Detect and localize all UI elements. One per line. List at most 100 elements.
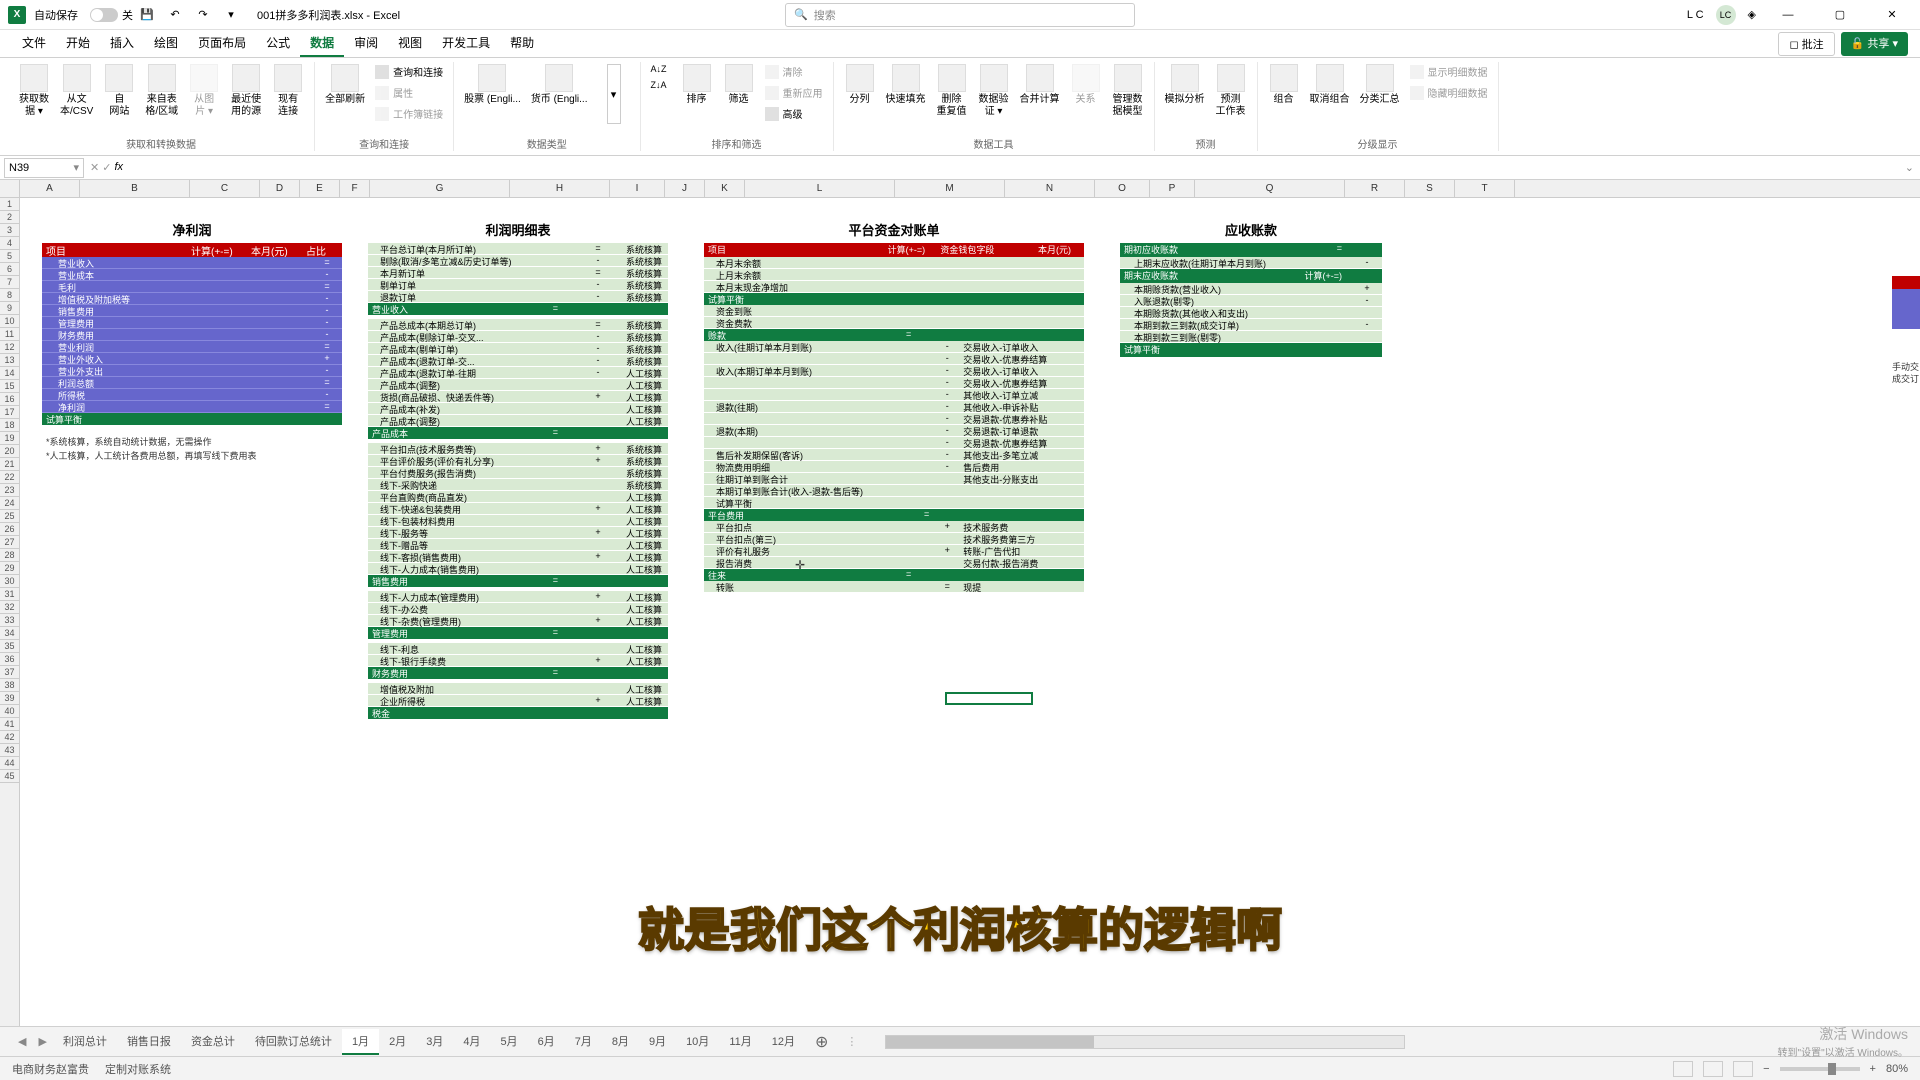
ribbon-button[interactable]: 来自表 格/区域 — [141, 62, 182, 120]
table-row[interactable]: 本月新订单=系统核算 — [368, 267, 668, 279]
table-row[interactable]: 剔除(取消/多笔立减&历史订单等)-系统核算 — [368, 255, 668, 267]
save-button[interactable]: 💾 — [135, 3, 159, 27]
column-header[interactable]: F — [340, 180, 370, 197]
table-row[interactable]: 线下-服务等+人工核算 — [368, 527, 668, 539]
sheet-tab[interactable]: 10月 — [676, 1029, 719, 1055]
table-row[interactable]: -交易退款-优惠券结算 — [704, 437, 1084, 449]
tab-数据[interactable]: 数据 — [300, 30, 344, 57]
table-row[interactable]: 物流费用明细-售后费用 — [704, 461, 1084, 473]
undo-button[interactable]: ↶ — [163, 3, 187, 27]
table-row[interactable]: 售后补发期保留(客诉)-其他支出-多笔立减 — [704, 449, 1084, 461]
table-row[interactable]: 产品成本(退款订单-交...-系统核算 — [368, 355, 668, 367]
table-row[interactable]: -交易收入-优惠券结算 — [704, 353, 1084, 365]
zoom-level[interactable]: 80% — [1886, 1063, 1908, 1075]
sheet-tab[interactable]: 利润总计 — [53, 1029, 117, 1055]
ribbon-button[interactable]: 货币 (Engli... — [527, 62, 592, 108]
table-row[interactable]: 平台扣点(第三)技术服务费第三方 — [704, 533, 1084, 545]
tab-审阅[interactable]: 审阅 — [344, 30, 388, 57]
maximize-button[interactable]: ▢ — [1820, 0, 1860, 30]
row-header[interactable]: 23 — [0, 484, 19, 497]
ribbon-button[interactable]: 筛选 — [719, 62, 759, 108]
table-row[interactable]: 往期订单到账合计其他支出-分账支出 — [704, 473, 1084, 485]
qat-dropdown[interactable]: ▾ — [219, 3, 243, 27]
column-header[interactable]: L — [745, 180, 895, 197]
diamond-icon[interactable]: ◈ — [1748, 8, 1756, 21]
table-row[interactable]: 线下-快递&包装费用+人工核算 — [368, 503, 668, 515]
zoom-slider[interactable] — [1780, 1067, 1860, 1071]
column-header[interactable]: N — [1005, 180, 1095, 197]
table-row[interactable]: 报告消费交易付款-报告消费 — [704, 557, 1084, 569]
ribbon-button[interactable]: 分列 — [840, 62, 880, 108]
row-header[interactable]: 42 — [0, 731, 19, 744]
row-header[interactable]: 6 — [0, 263, 19, 276]
table-row[interactable]: 平台扣点+技术服务费 — [704, 521, 1084, 533]
tab-开发工具[interactable]: 开发工具 — [432, 30, 500, 57]
column-header[interactable]: H — [510, 180, 610, 197]
zoom-out-button[interactable]: − — [1763, 1063, 1769, 1075]
table-row[interactable]: 产品成本(补发)人工核算 — [368, 403, 668, 415]
view-normal-button[interactable] — [1673, 1061, 1693, 1077]
ribbon-button[interactable]: 获取数 据 ▾ — [14, 62, 54, 120]
row-header[interactable]: 37 — [0, 666, 19, 679]
ribbon-item[interactable]: 重新应用 — [761, 83, 827, 102]
zoom-in-button[interactable]: + — [1870, 1063, 1876, 1075]
row-header[interactable]: 7 — [0, 276, 19, 289]
datatype-dropdown[interactable]: ▾ — [594, 62, 634, 126]
row-header[interactable]: 13 — [0, 354, 19, 367]
row-header[interactable]: 4 — [0, 237, 19, 250]
table-row[interactable]: 本月末现金净增加 — [704, 281, 1084, 293]
tab-帮助[interactable]: 帮助 — [500, 30, 544, 57]
table-row[interactable]: 增值税及附加人工核算 — [368, 683, 668, 695]
ribbon-item[interactable]: 高级 — [761, 104, 827, 123]
table-row[interactable]: 平台评价服务(评价有礼分享)+系统核算 — [368, 455, 668, 467]
table-row[interactable]: -交易退款-优惠券补贴 — [704, 413, 1084, 425]
column-header[interactable]: C — [190, 180, 260, 197]
ribbon-button[interactable]: 模拟分析 — [1161, 62, 1209, 108]
table-row[interactable]: 上期末应收款(往期订单本月到账)- — [1120, 257, 1382, 269]
table-row[interactable]: 剔单订单-系统核算 — [368, 279, 668, 291]
table-row[interactable]: 管理费用- — [42, 317, 342, 329]
sort-button[interactable]: A↓Z — [647, 62, 671, 76]
column-header[interactable]: Q — [1195, 180, 1345, 197]
row-header[interactable]: 5 — [0, 250, 19, 263]
select-all-corner[interactable] — [0, 180, 20, 197]
tab-文件[interactable]: 文件 — [12, 30, 56, 57]
table-row[interactable]: 营业外支出- — [42, 365, 342, 377]
table-row[interactable]: 毛利= — [42, 281, 342, 293]
ribbon-button[interactable]: 合并计算 — [1016, 62, 1064, 108]
minimize-button[interactable]: — — [1768, 0, 1808, 30]
horizontal-scrollbar[interactable] — [885, 1035, 1405, 1049]
row-header[interactable]: 36 — [0, 653, 19, 666]
table-row[interactable]: 线下-利息人工核算 — [368, 643, 668, 655]
sheet-tab[interactable]: 1月 — [342, 1029, 379, 1055]
share-button[interactable]: 🔓 共享 ▾ — [1841, 32, 1908, 56]
table-row[interactable]: -其他收入-订单立减 — [704, 389, 1084, 401]
row-header[interactable]: 18 — [0, 419, 19, 432]
table-row[interactable]: 增值税及附加税等- — [42, 293, 342, 305]
table-row[interactable]: 销售费用- — [42, 305, 342, 317]
ribbon-button[interactable]: 预测 工作表 — [1211, 62, 1251, 120]
row-header[interactable]: 28 — [0, 549, 19, 562]
ribbon-button[interactable]: 管理数 据模型 — [1108, 62, 1148, 120]
table-row[interactable]: 线下-银行手续费+人工核算 — [368, 655, 668, 667]
table-row[interactable]: 本期到款三到款(成交订单)- — [1120, 319, 1382, 331]
row-header[interactable]: 45 — [0, 770, 19, 783]
sheet-tab[interactable]: 3月 — [416, 1029, 453, 1055]
view-page-layout-button[interactable] — [1703, 1061, 1723, 1077]
ribbon-button[interactable]: 现有 连接 — [268, 62, 308, 120]
sheet-tab[interactable]: 4月 — [453, 1029, 490, 1055]
table-row[interactable]: 试算平衡 — [704, 497, 1084, 509]
row-header[interactable]: 22 — [0, 471, 19, 484]
table-row[interactable]: 资金费款 — [704, 317, 1084, 329]
table-row[interactable]: 线下-包装材料费用人工核算 — [368, 515, 668, 527]
table-row[interactable]: 财务费用- — [42, 329, 342, 341]
table-row[interactable]: 上月末余额 — [704, 269, 1084, 281]
column-header[interactable]: A — [20, 180, 80, 197]
row-header[interactable]: 11 — [0, 328, 19, 341]
table-row[interactable]: 本期订单到账合计(收入-退款-售后等) — [704, 485, 1084, 497]
add-sheet-button[interactable]: ⊕ — [805, 1032, 838, 1052]
column-header[interactable]: I — [610, 180, 665, 197]
ribbon-button[interactable]: 取消组合 — [1306, 62, 1354, 108]
row-header[interactable]: 38 — [0, 679, 19, 692]
table-row[interactable]: 转账=现提 — [704, 581, 1084, 593]
